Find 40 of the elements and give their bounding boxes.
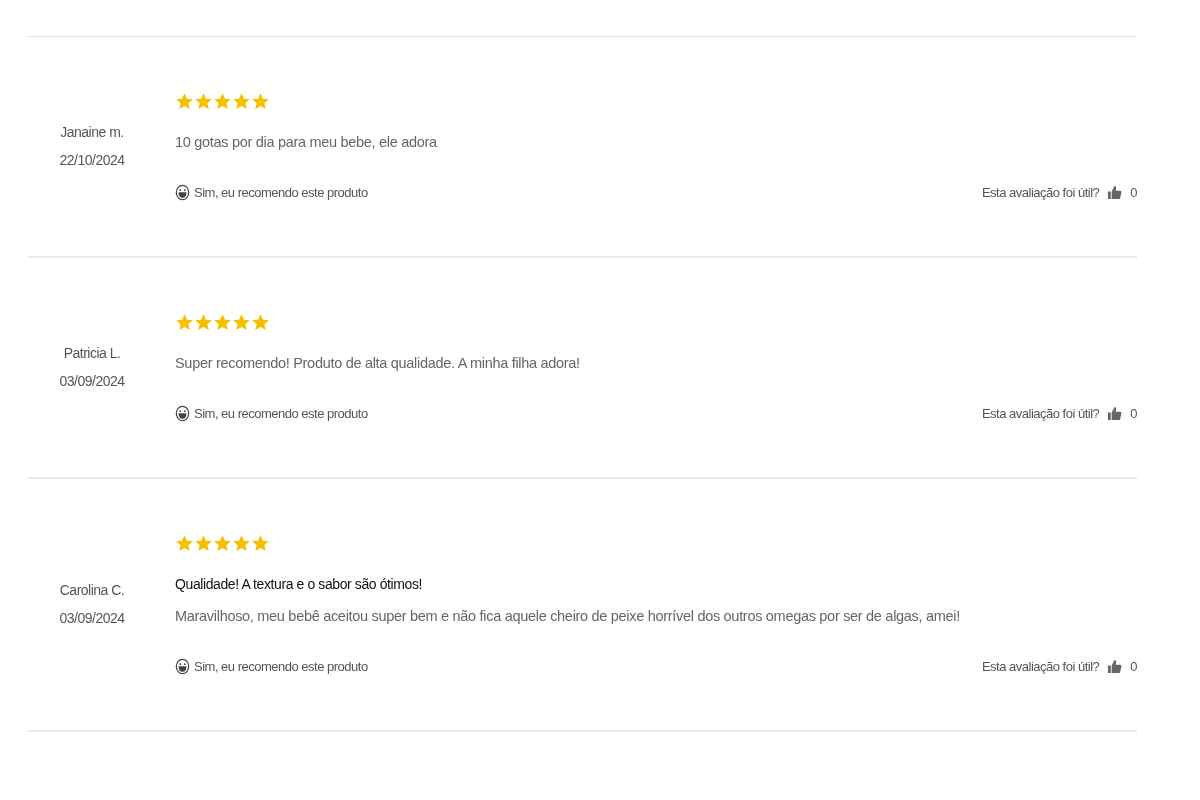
star-icon xyxy=(232,533,251,553)
recommend-text: Sim, eu recomendo este produto xyxy=(194,406,368,421)
helpful-question: Esta avaliação foi útil? xyxy=(981,406,1100,421)
star-icon xyxy=(251,91,270,111)
smiley-icon xyxy=(175,658,190,675)
star-icon xyxy=(251,312,270,332)
recommend-text: Sim, eu recomendo este produto xyxy=(194,185,368,200)
star-icon xyxy=(194,91,213,111)
review-date: 03/09/2024 xyxy=(58,371,126,391)
star-icon xyxy=(194,312,213,332)
star-icon xyxy=(213,91,232,111)
review-text: Maravilhoso, meu bebê aceitou super bem e não fica aquele cheiro de peixe horrível dos outros omegas por ser de algas, amei! xyxy=(175,608,961,624)
star-icon xyxy=(175,312,194,332)
helpful-count: 0 xyxy=(1130,185,1137,200)
review-text: Super recomendo! Produto de alta qualidade. A minha filha adora! xyxy=(175,355,581,371)
smiley-icon xyxy=(175,184,190,201)
helpful-count: 0 xyxy=(1130,659,1137,674)
review-title: Qualidade! A textura e o sabor são ótimos! xyxy=(175,576,424,592)
thumbs-up-icon[interactable] xyxy=(1107,659,1123,674)
helpful-count: 0 xyxy=(1130,406,1137,421)
star-icon xyxy=(251,533,270,553)
star-icon xyxy=(232,91,251,111)
reviewer-name: Patricia L. xyxy=(62,343,122,363)
star-icon xyxy=(213,533,232,553)
review-date: 22/10/2024 xyxy=(58,150,126,170)
recommend-text: Sim, eu recomendo este produto xyxy=(194,659,368,674)
reviewer-name: Carolina C. xyxy=(58,580,126,600)
review-date: 03/09/2024 xyxy=(58,608,126,628)
star-icon xyxy=(175,533,194,553)
thumbs-up-icon[interactable] xyxy=(1107,185,1123,200)
smiley-icon xyxy=(175,405,190,422)
star-icon xyxy=(213,312,232,332)
star-icon xyxy=(175,91,194,111)
star-icon xyxy=(194,533,213,553)
helpful-question: Esta avaliação foi útil? xyxy=(981,185,1100,200)
thumbs-up-icon[interactable] xyxy=(1107,406,1123,421)
star-icon xyxy=(232,312,251,332)
review-text: 10 gotas por dia para meu bebe, ele adora xyxy=(175,134,438,150)
reviewer-name: Janaine m. xyxy=(59,122,125,142)
helpful-question: Esta avaliação foi útil? xyxy=(981,659,1100,674)
